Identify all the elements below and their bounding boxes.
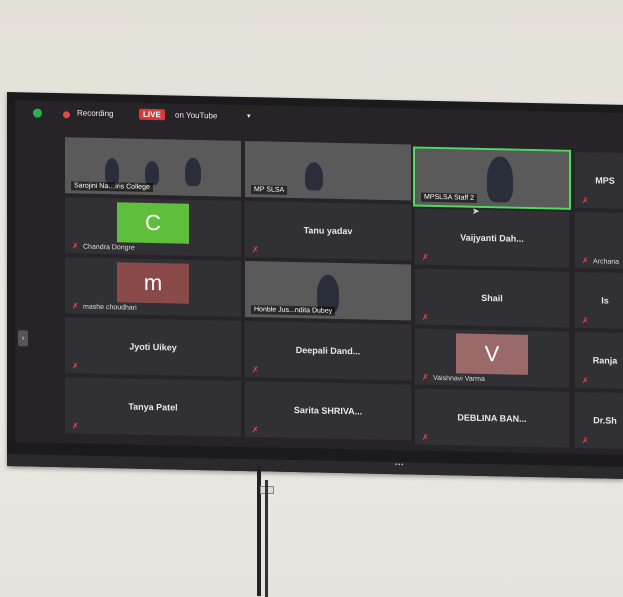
participant-tile[interactable]: V ✗ Vaishnavi Varma <box>415 328 569 388</box>
muted-mic-icon: ✗ <box>422 372 429 382</box>
participant-name: Sarojini Na…iris College <box>71 181 153 193</box>
muted-mic-icon: ✗ <box>582 376 589 386</box>
participant-name: Jyoti Uikey <box>129 341 177 353</box>
chevron-right-icon[interactable]: › <box>18 330 28 347</box>
muted-mic-icon: ✗ <box>252 365 259 375</box>
muted-mic-icon: ✗ <box>72 241 79 251</box>
participant-name: MP SLSA <box>251 185 288 195</box>
muted-mic-icon: ✗ <box>582 256 589 266</box>
participant-name: Is <box>601 295 609 306</box>
participant-name: Deepali Dand... <box>295 345 361 357</box>
chevron-down-icon[interactable]: ▾ <box>247 112 251 120</box>
muted-mic-icon: ✗ <box>72 361 79 371</box>
participant-tile[interactable]: Is ✗ <box>575 271 623 330</box>
muted-mic-icon: ✗ <box>582 316 589 326</box>
participant-figure <box>305 162 323 191</box>
participant-name: mashe choudhari <box>83 303 137 312</box>
muted-mic-icon: ✗ <box>252 425 259 435</box>
television: Recording LIVE on YouTube ▾ › Sarojini N… <box>7 92 623 479</box>
participant-tile[interactable]: ✗ Archana <box>575 211 623 270</box>
participant-name: Shail <box>481 292 503 304</box>
video-tile[interactable]: Sarojini Na…iris College <box>65 137 241 197</box>
participant-name: Dr.Sh <box>593 415 617 426</box>
participant-name: Tanya Patel <box>128 401 178 413</box>
power-cable <box>265 480 268 597</box>
participant-tile[interactable]: Jyoti Uikey ✗ <box>65 317 241 377</box>
muted-mic-icon: ✗ <box>422 312 429 322</box>
participant-name: Vaijyanti Dah... <box>460 232 524 244</box>
participant-name: Vaishnavi Varma <box>433 374 485 384</box>
tv-brand-logo: ▪▪▪ <box>395 462 405 469</box>
participant-name: Tanu yadav <box>303 225 353 237</box>
muted-mic-icon: ✗ <box>72 301 79 311</box>
participant-tile[interactable]: m ✗ mashe choudhari <box>65 257 241 317</box>
muted-mic-icon: ✗ <box>582 196 589 206</box>
participant-tile[interactable]: Shail ✗ <box>415 268 569 328</box>
participant-tile[interactable]: Vaijyanti Dah... ✗ <box>415 208 569 268</box>
participant-tile[interactable]: Deepali Dand... ✗ <box>245 320 411 381</box>
meeting-topbar: Recording LIVE on YouTube ▾ <box>15 100 623 137</box>
participant-name: Ranja <box>592 355 618 366</box>
participant-avatar: m <box>117 262 189 304</box>
video-tile[interactable]: MP SLSA <box>245 140 411 201</box>
shield-icon[interactable] <box>33 108 42 118</box>
participant-figure <box>185 157 201 187</box>
record-dot-icon <box>63 111 70 119</box>
participant-name: Sarita SHRIVA... <box>293 405 363 417</box>
participant-name: Honble Jus...ndita Dubey <box>251 305 336 316</box>
live-badge[interactable]: LIVE <box>139 108 165 121</box>
participant-name: Chandra Dongre <box>83 243 135 252</box>
participant-tile[interactable]: DEBLINA BAN... ✗ <box>415 388 569 448</box>
muted-mic-icon: ✗ <box>422 252 429 262</box>
muted-mic-icon: ✗ <box>422 432 429 442</box>
active-speaker-tile[interactable]: MPSLSA Staff 2 <box>413 146 571 210</box>
participant-tile[interactable]: Ranja ✗ <box>575 331 623 390</box>
participant-figure <box>145 160 159 186</box>
participant-tile[interactable]: Tanya Patel ✗ <box>65 377 241 437</box>
muted-mic-icon: ✗ <box>582 436 589 446</box>
participant-tile[interactable]: C ✗ Chandra Dongre <box>65 197 241 257</box>
zoom-meeting-screen: Recording LIVE on YouTube ▾ › Sarojini N… <box>15 100 623 455</box>
muted-mic-icon: ✗ <box>72 421 79 431</box>
participant-tile[interactable]: MPS ✗ <box>575 151 623 210</box>
participant-tile[interactable]: Dr.Sh ✗ <box>575 391 623 450</box>
stream-destination-label[interactable]: on YouTube <box>175 111 217 121</box>
participant-name: Archana <box>593 258 620 266</box>
video-tile[interactable]: Honble Jus...ndita Dubey <box>245 260 411 321</box>
muted-mic-icon: ✗ <box>252 245 259 255</box>
participant-tile[interactable]: Sarita SHRIVA... ✗ <box>245 380 411 441</box>
participant-name: MPSLSA Staff 2 <box>421 192 478 203</box>
participant-avatar: V <box>456 333 528 375</box>
participant-avatar: C <box>117 202 189 244</box>
participant-tile[interactable]: Tanu yadav ✗ <box>245 200 411 261</box>
participant-figure <box>105 158 119 185</box>
participant-name: DEBLINA BAN... <box>457 412 527 424</box>
recording-label[interactable]: Recording <box>77 108 113 118</box>
mouse-cursor-icon: ➤ <box>472 206 480 216</box>
participant-name: MPS <box>595 175 615 186</box>
participant-figure <box>487 156 513 203</box>
